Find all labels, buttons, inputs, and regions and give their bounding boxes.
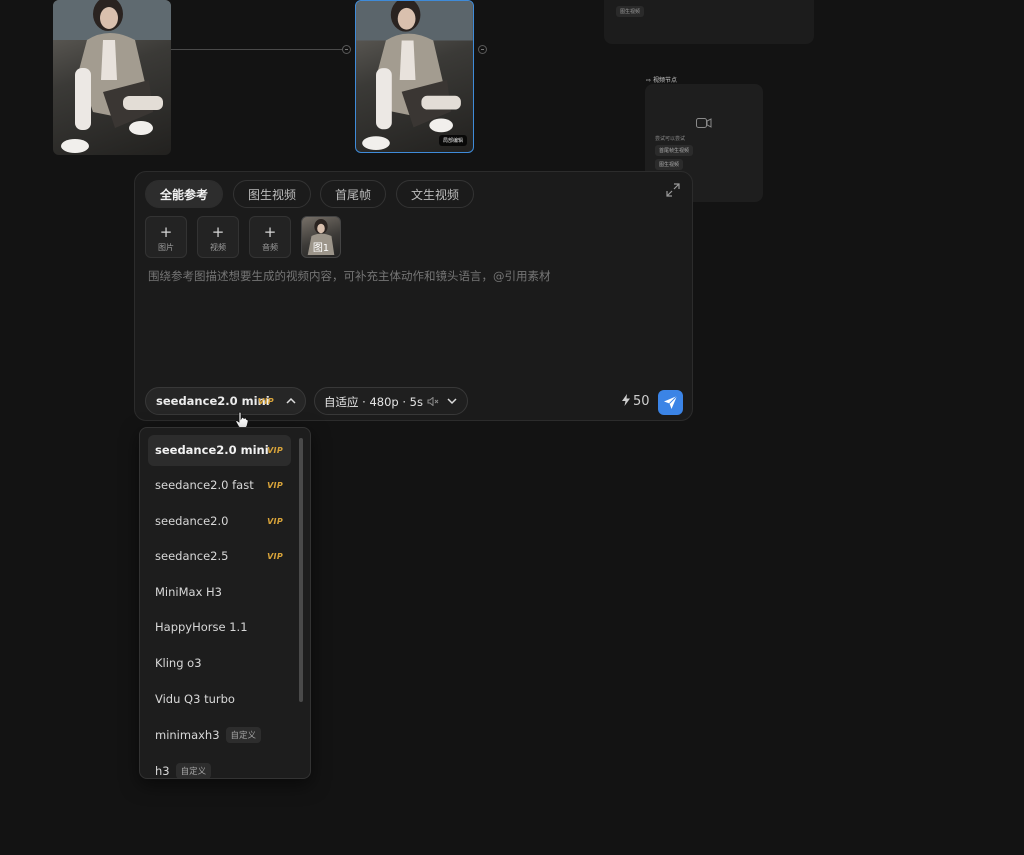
model-option[interactable]: h3 自定义 — [148, 755, 291, 778]
person-photo — [53, 0, 171, 153]
generation-panel: 全能参考 图生视频 首尾帧 文生视频 + 图片 + 视频 + 音频 图1 围绕参… — [134, 171, 693, 421]
person-photo — [356, 1, 473, 151]
tab-image-to-video[interactable]: 图生视频 — [233, 180, 312, 208]
model-option[interactable]: HappyHorse 1.1 — [148, 612, 291, 643]
video-node-title: ⇨ 视频节点 — [646, 75, 677, 84]
reference-image-thumbnail[interactable]: 图1 — [301, 216, 341, 258]
vip-badge: VIP — [267, 481, 283, 490]
model-option-label: seedance2.0 mini — [155, 443, 269, 457]
video-node-arrow-icon: ⇨ — [646, 77, 653, 84]
chevron-down-icon — [447, 398, 457, 405]
faded-node-card[interactable]: 图生视频 — [604, 0, 814, 44]
send-icon — [664, 395, 678, 409]
model-option-label-row: minimaxh3 自定义 — [155, 727, 262, 743]
model-option[interactable]: Vidu Q3 turbo — [148, 684, 291, 715]
vip-badge: VIP — [258, 397, 274, 406]
model-option[interactable]: seedance2.5 VIP — [148, 541, 291, 572]
output-image-node[interactable]: 局部编辑 — [355, 0, 474, 153]
vip-badge: VIP — [267, 517, 283, 526]
model-option[interactable]: minimaxh3 自定义 — [148, 719, 291, 750]
model-option-label: minimaxh3 — [155, 728, 220, 742]
model-dropdown-menu: seedance2.0 mini VIP seedance2.0 fast VI… — [139, 427, 311, 779]
custom-tag: 自定义 — [175, 763, 212, 778]
model-option-label: MiniMax H3 — [155, 585, 222, 599]
model-select-value: seedance2.0 mini — [156, 394, 270, 408]
video-node-chip-frames[interactable]: 首尾帧生视频 — [655, 145, 694, 156]
credits-cost: 50 — [622, 394, 650, 409]
vip-badge: VIP — [267, 446, 283, 455]
prompt-input[interactable] — [148, 268, 678, 368]
upload-image-label: 图片 — [158, 243, 174, 252]
video-settings-value: 自适应 · 480p · 5s — [324, 395, 423, 409]
chevron-up-icon — [286, 397, 296, 404]
model-option-label: HappyHorse 1.1 — [155, 620, 248, 634]
model-select[interactable]: seedance2.0 mini VIP — [145, 387, 306, 415]
node-connector — [171, 49, 347, 50]
dropdown-scrollbar[interactable] — [299, 438, 303, 702]
custom-tag: 自定义 — [225, 727, 262, 743]
model-option[interactable]: MiniMax H3 — [148, 577, 291, 608]
model-option[interactable]: Kling o3 — [148, 648, 291, 679]
plus-icon: + — [211, 223, 225, 241]
model-option-label: Kling o3 — [155, 656, 202, 670]
video-settings-select[interactable]: 自适应 · 480p · 5s — [314, 387, 468, 415]
upload-image-button[interactable]: + 图片 — [145, 216, 187, 258]
output-port[interactable] — [478, 45, 487, 54]
model-option-label: seedance2.0 — [155, 514, 229, 528]
video-node-title-text: 视频节点 — [652, 77, 677, 84]
model-option[interactable]: seedance2.0 mini VIP — [148, 435, 291, 466]
send-button[interactable] — [658, 390, 683, 415]
plus-icon: + — [159, 223, 173, 241]
model-option-label: h3 — [155, 764, 170, 778]
upload-audio-label: 音频 — [262, 243, 278, 252]
input-port[interactable] — [342, 45, 351, 54]
model-option[interactable]: seedance2.0 fast VIP — [148, 470, 291, 501]
upload-video-label: 视频 — [210, 243, 226, 252]
video-node-hint: 尝试可以尝试 — [655, 136, 686, 142]
upload-video-button[interactable]: + 视频 — [197, 216, 239, 258]
lightning-icon — [622, 394, 630, 406]
reference-image-label: 图1 — [312, 243, 330, 254]
model-option-label: seedance2.0 fast — [155, 478, 254, 492]
plus-icon: + — [263, 223, 277, 241]
tab-first-last-frame[interactable]: 首尾帧 — [320, 180, 387, 208]
faded-node-chip[interactable]: 图生视频 — [616, 6, 645, 17]
edit-label[interactable]: 局部编辑 — [438, 135, 467, 146]
source-image-node[interactable] — [53, 0, 171, 155]
workflow-canvas[interactable]: 局部编辑 图生视频 ⇨ 视频节点 尝试可以尝试 首尾帧生视频 图生视频 全能参考… — [0, 0, 1024, 855]
tab-omni-reference[interactable]: 全能参考 — [145, 180, 224, 208]
expand-icon[interactable] — [666, 183, 680, 197]
model-option[interactable]: seedance2.0 VIP — [148, 506, 291, 537]
video-camera-icon — [696, 118, 712, 128]
credits-value: 50 — [633, 394, 650, 409]
video-node-chip-image[interactable]: 图生视频 — [655, 159, 684, 170]
mute-icon — [427, 397, 439, 406]
upload-audio-button[interactable]: + 音频 — [249, 216, 291, 258]
model-option-label: Vidu Q3 turbo — [155, 692, 235, 706]
model-option-label: seedance2.5 — [155, 549, 229, 563]
vip-badge: VIP — [267, 552, 283, 561]
model-option-label-row: h3 自定义 — [155, 763, 212, 778]
tab-text-to-video[interactable]: 文生视频 — [396, 180, 475, 208]
